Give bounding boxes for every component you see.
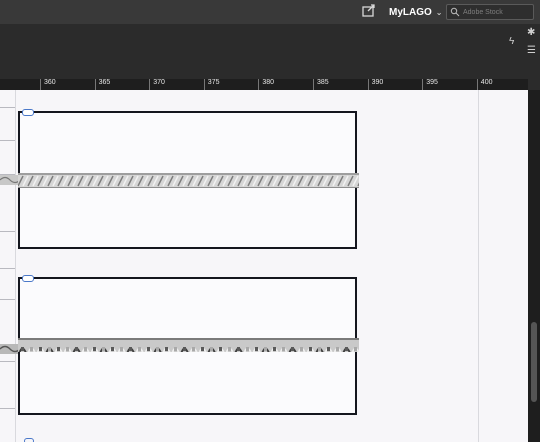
ruler-label: 380 — [262, 79, 275, 86]
ruler-label: 400 — [480, 79, 493, 86]
account-name: MyLAGO — [389, 6, 432, 18]
ruler-label: 390 — [371, 79, 384, 86]
artboard-tag-icon — [22, 109, 34, 116]
menu-icon[interactable]: ☰ — [527, 45, 536, 56]
design-canvas[interactable] — [0, 90, 528, 442]
account-menu[interactable]: MyLAGO ⌄ — [389, 4, 442, 20]
guide-tick — [0, 299, 15, 300]
search-input[interactable]: Adobe Stock — [446, 4, 534, 20]
app-header: MyLAGO ⌄ Adobe Stock — [0, 0, 540, 24]
ruler-tick — [313, 79, 314, 90]
artboard-tag-icon — [22, 275, 34, 282]
chain-image-fine — [18, 173, 359, 188]
chain-image-coarse — [18, 338, 359, 352]
ruler-label: 365 — [98, 79, 111, 86]
guide-tick — [0, 107, 15, 108]
search-placeholder: Adobe Stock — [463, 8, 503, 16]
ruler-label: 375 — [207, 79, 220, 86]
guide-tick — [0, 268, 15, 269]
vertical-scrollbar[interactable] — [528, 90, 540, 442]
search-icon — [450, 7, 460, 17]
ruler-tick — [203, 79, 205, 90]
share-icon[interactable] — [361, 2, 377, 18]
chevron-down-icon: ⌄ — [435, 7, 443, 17]
guide-tick — [0, 140, 15, 141]
chain-overflow-1 — [0, 175, 20, 185]
guide-line — [15, 90, 16, 442]
guide-tick — [0, 231, 15, 232]
chain-overflow-2 — [0, 344, 20, 354]
ruler-tick — [367, 79, 369, 90]
ruler-tick — [94, 79, 96, 90]
guide-line — [478, 90, 479, 442]
gear-icon[interactable]: ✱ — [527, 27, 535, 38]
artboard-2[interactable] — [18, 275, 359, 415]
ruler-tick — [40, 79, 41, 90]
ruler-label: 360 — [44, 79, 56, 86]
scrollbar-thumb[interactable] — [531, 322, 537, 402]
ruler-label: 385 — [317, 79, 329, 86]
bolt-icon[interactable]: ϟ — [509, 36, 514, 47]
ruler-label: 370 — [153, 79, 165, 86]
guide-tick — [0, 361, 15, 362]
ruler-tick — [258, 79, 260, 90]
ruler-tick — [422, 79, 424, 90]
guide-tick — [0, 408, 15, 409]
ruler-label: 395 — [426, 79, 438, 86]
artboard-1[interactable] — [18, 109, 359, 249]
ruler-tick — [149, 79, 151, 90]
ruler-tick — [476, 79, 478, 90]
artboard-tag-icon — [24, 438, 34, 442]
